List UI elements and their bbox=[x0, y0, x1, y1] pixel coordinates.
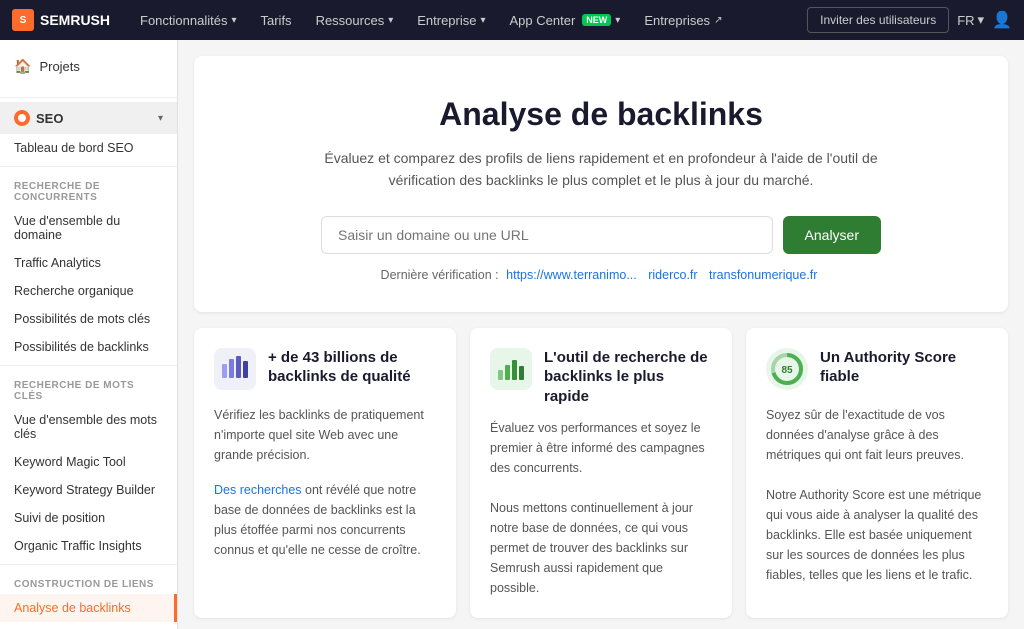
sidebar-item-possibilites-backlinks[interactable]: Possibilités de backlinks bbox=[0, 333, 177, 361]
quality-icon bbox=[214, 348, 256, 393]
last-check-link-1[interactable]: https://www.terranimo... bbox=[506, 268, 637, 282]
user-menu[interactable]: 👤 bbox=[992, 10, 1012, 30]
sidebar-item-keyword-strategy[interactable]: Keyword Strategy Builder bbox=[0, 476, 177, 504]
new-badge: NEW bbox=[582, 14, 611, 26]
chevron-down-icon: ▾ bbox=[158, 113, 163, 124]
nav-entreprise[interactable]: Entreprise bbox=[405, 0, 497, 40]
language-selector[interactable]: FR ▾ bbox=[957, 12, 984, 28]
nav-ressources[interactable]: Ressources bbox=[304, 0, 406, 40]
card-quality-body2: Des recherches ont révélé que notre base… bbox=[214, 480, 436, 560]
sidebar-item-traffic-analytics[interactable]: Traffic Analytics bbox=[0, 249, 177, 277]
card-speed: L'outil de recherche de backlinks le plu… bbox=[470, 328, 732, 619]
sidebar: 🏠 Projets SEO ▾ Tableau de bord SEO RECH… bbox=[0, 40, 178, 629]
card-score-body: Soyez sûr de l'exactitude de vos données… bbox=[766, 405, 988, 585]
top-navigation: S SEMRUSH Fonctionnalités Tarifs Ressour… bbox=[0, 0, 1024, 40]
last-check-link-2[interactable]: riderco.fr bbox=[648, 268, 697, 282]
sidebar-item-dashboard[interactable]: Tableau de bord SEO bbox=[0, 134, 177, 162]
sidebar-item-backlink-audit[interactable]: Backlink Audit bbox=[0, 622, 177, 629]
last-check-row: Dernière vérification : https://www.terr… bbox=[214, 268, 988, 282]
seo-section-header[interactable]: SEO ▾ bbox=[0, 102, 177, 134]
sidebar-projects-section: 🏠 Projets bbox=[0, 40, 177, 93]
feature-cards: + de 43 billions de backlinks de qualité… bbox=[178, 328, 1024, 629]
section-label-concurrents: RECHERCHE DE CONCURRENTS bbox=[0, 171, 177, 207]
sidebar-item-recherche-organique[interactable]: Recherche organique bbox=[0, 277, 177, 305]
sidebar-item-vue-mots-cles[interactable]: Vue d'ensemble des mots clés bbox=[0, 406, 177, 448]
card-speed-body: Évaluez vos performances et soyez le pre… bbox=[490, 418, 712, 598]
sidebar-projects[interactable]: 🏠 Projets bbox=[0, 48, 177, 85]
nav-tarifs[interactable]: Tarifs bbox=[249, 0, 304, 40]
last-check-label: Dernière vérification : bbox=[381, 268, 499, 282]
card-score: 85 Un Authority Score fiable Soyez sûr d… bbox=[746, 328, 1008, 619]
nav-appcenter[interactable]: App Center NEW bbox=[498, 0, 633, 40]
nav-fonctionnalites[interactable]: Fonctionnalités bbox=[128, 0, 248, 40]
domain-search-input[interactable] bbox=[321, 216, 773, 254]
analyze-button[interactable]: Analyser bbox=[783, 216, 881, 254]
search-row: Analyser bbox=[321, 216, 881, 254]
seo-icon bbox=[14, 110, 30, 126]
section-label-liens: CONSTRUCTION DE LIENS bbox=[0, 569, 177, 594]
card-quality-title: + de 43 billions de backlinks de qualité bbox=[268, 348, 436, 387]
logo-text: SEMRUSH bbox=[40, 12, 110, 28]
sidebar-item-suivi-position[interactable]: Suivi de position bbox=[0, 504, 177, 532]
card-quality-body1: Vérifiez les backlinks de pratiquement n… bbox=[214, 405, 436, 465]
logo[interactable]: S SEMRUSH bbox=[12, 9, 110, 31]
svg-text:85: 85 bbox=[781, 365, 793, 376]
card-score-title: Un Authority Score fiable bbox=[820, 348, 988, 387]
nav-right: Inviter des utilisateurs FR ▾ 👤 bbox=[807, 7, 1012, 33]
sidebar-item-possibilites-mots[interactable]: Possibilités de mots clés bbox=[0, 305, 177, 333]
card-quality: + de 43 billions de backlinks de qualité… bbox=[194, 328, 456, 619]
logo-icon: S bbox=[12, 9, 34, 31]
home-icon: 🏠 bbox=[14, 58, 31, 75]
sidebar-item-vue-domaine[interactable]: Vue d'ensemble du domaine bbox=[0, 207, 177, 249]
sidebar-item-analyse-backlinks[interactable]: Analyse de backlinks bbox=[0, 594, 177, 622]
invite-users-button[interactable]: Inviter des utilisateurs bbox=[807, 7, 949, 33]
card-speed-title: L'outil de recherche de backlinks le plu… bbox=[544, 348, 712, 407]
sidebar-item-organic-insights[interactable]: Organic Traffic Insights bbox=[0, 532, 177, 560]
card-quality-link[interactable]: Des recherches bbox=[214, 483, 302, 497]
main-content: Analyse de backlinks Évaluez et comparez… bbox=[178, 40, 1024, 629]
hero-subtitle: Évaluez et comparez des profils de liens… bbox=[321, 147, 881, 192]
page-title: Analyse de backlinks bbox=[214, 96, 988, 133]
nav-entreprises[interactable]: Entreprises bbox=[632, 0, 734, 40]
sidebar-item-keyword-magic[interactable]: Keyword Magic Tool bbox=[0, 448, 177, 476]
speed-icon bbox=[490, 348, 532, 393]
last-check-link-3[interactable]: transfonumerique.fr bbox=[709, 268, 817, 282]
section-label-mots-cles: RECHERCHE DE MOTS CLÉS bbox=[0, 370, 177, 406]
score-icon: 85 bbox=[766, 348, 808, 393]
hero-section: Analyse de backlinks Évaluez et comparez… bbox=[194, 56, 1008, 312]
